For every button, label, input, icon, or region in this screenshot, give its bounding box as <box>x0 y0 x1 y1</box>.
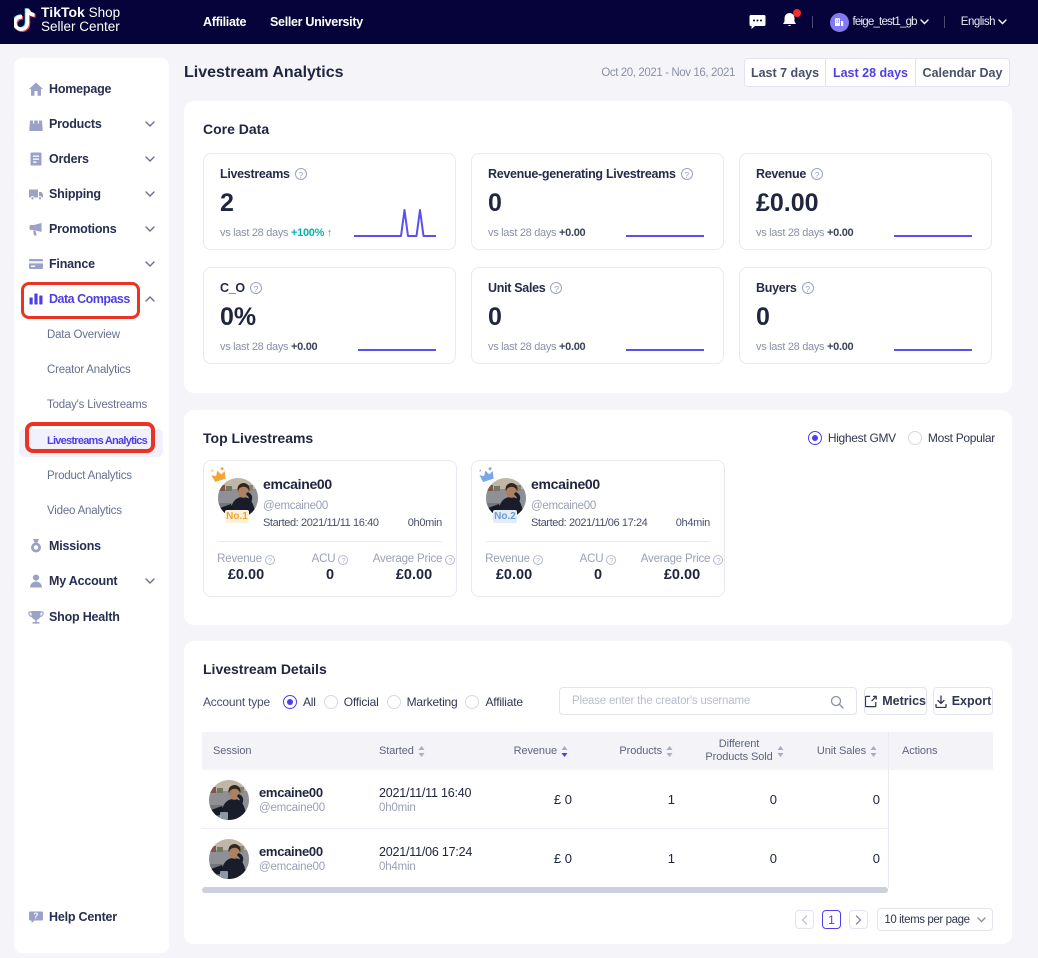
svg-text:?: ? <box>34 912 39 921</box>
